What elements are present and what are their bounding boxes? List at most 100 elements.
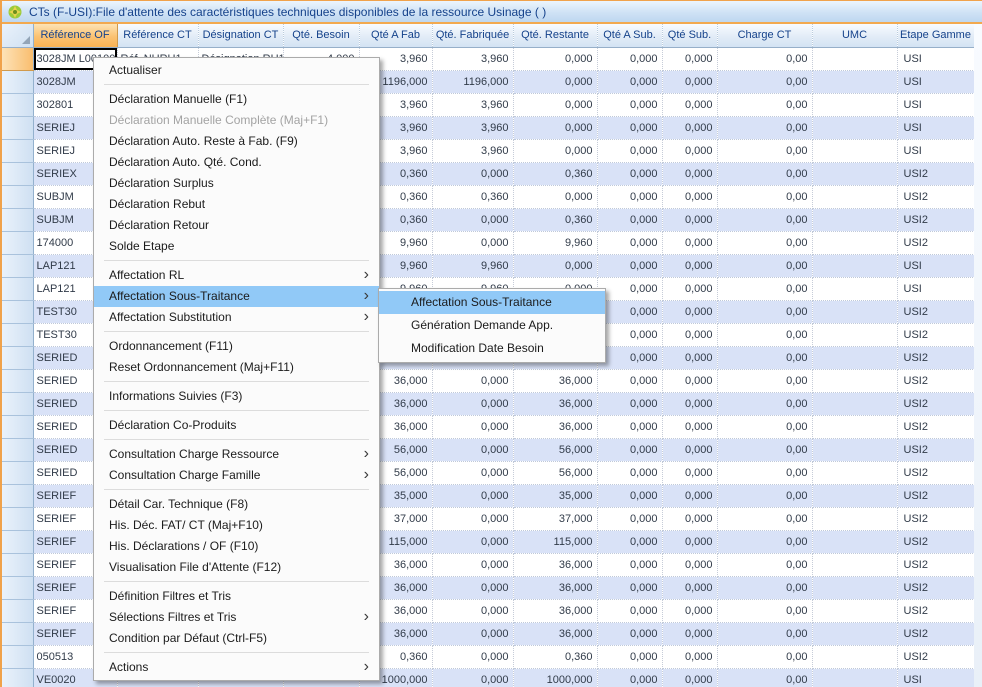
- col-header-10[interactable]: UMC: [812, 23, 897, 47]
- menu-item[interactable]: Actions›: [94, 657, 379, 678]
- cell-sub[interactable]: 0,000: [662, 484, 717, 507]
- cell-fabriquee[interactable]: 0,000: [432, 162, 513, 185]
- cell-charge[interactable]: 0,00: [717, 300, 812, 323]
- cell-asub[interactable]: 0,000: [597, 599, 662, 622]
- row-header[interactable]: [2, 277, 33, 300]
- cell-restante[interactable]: 115,000: [513, 530, 597, 553]
- cell-umc[interactable]: [812, 599, 897, 622]
- col-header-0[interactable]: Référence OF: [33, 23, 117, 47]
- cell-sub[interactable]: 0,000: [662, 231, 717, 254]
- row-header[interactable]: [2, 645, 33, 668]
- row-header[interactable]: [2, 139, 33, 162]
- cell-etape[interactable]: USI2: [897, 300, 974, 323]
- cell-restante[interactable]: 36,000: [513, 415, 597, 438]
- cell-etape[interactable]: USI2: [897, 208, 974, 231]
- cell-umc[interactable]: [812, 254, 897, 277]
- cell-sub[interactable]: 0,000: [662, 530, 717, 553]
- cell-asub[interactable]: 0,000: [597, 323, 662, 346]
- cell-asub[interactable]: 0,000: [597, 507, 662, 530]
- menu-item[interactable]: Affectation Sous-Traitance: [379, 291, 605, 314]
- row-header[interactable]: [2, 369, 33, 392]
- menu-item[interactable]: Déclaration Auto. Reste à Fab. (F9): [94, 131, 379, 152]
- cell-restante[interactable]: 0,000: [513, 185, 597, 208]
- cell-sub[interactable]: 0,000: [662, 645, 717, 668]
- cell-restante[interactable]: 36,000: [513, 622, 597, 645]
- cell-asub[interactable]: 0,000: [597, 277, 662, 300]
- cell-charge[interactable]: 0,00: [717, 392, 812, 415]
- cell-sub[interactable]: 0,000: [662, 553, 717, 576]
- row-header[interactable]: [2, 300, 33, 323]
- app-icon[interactable]: [7, 4, 23, 20]
- cell-sub[interactable]: 0,000: [662, 668, 717, 687]
- menu-item[interactable]: Solde Etape: [94, 236, 379, 257]
- row-header[interactable]: [2, 576, 33, 599]
- menu-item[interactable]: Consultation Charge Ressource›: [94, 444, 379, 465]
- menu-item[interactable]: Sélections Filtres et Tris›: [94, 607, 379, 628]
- cell-umc[interactable]: [812, 645, 897, 668]
- menu-item[interactable]: Affectation Sous-Traitance›: [94, 286, 379, 307]
- col-header-6[interactable]: Qté. Restante: [513, 23, 597, 47]
- cell-fabriquee[interactable]: 0,000: [432, 507, 513, 530]
- cell-umc[interactable]: [812, 369, 897, 392]
- row-header[interactable]: [2, 553, 33, 576]
- menu-item[interactable]: Modification Date Besoin: [379, 337, 605, 360]
- row-header[interactable]: [2, 622, 33, 645]
- cell-fabriquee[interactable]: 0,000: [432, 392, 513, 415]
- cell-etape[interactable]: USI: [897, 668, 974, 687]
- cell-etape[interactable]: USI: [897, 254, 974, 277]
- cell-charge[interactable]: 0,00: [717, 47, 812, 70]
- cell-fabriquee[interactable]: 0,000: [432, 668, 513, 687]
- row-header[interactable]: [2, 185, 33, 208]
- cell-fabriquee[interactable]: 3,960: [432, 93, 513, 116]
- cell-charge[interactable]: 0,00: [717, 231, 812, 254]
- cell-fabriquee[interactable]: 1196,000: [432, 70, 513, 93]
- menu-item[interactable]: Informations Suivies (F3): [94, 386, 379, 407]
- row-header[interactable]: [2, 599, 33, 622]
- cell-restante[interactable]: 0,360: [513, 645, 597, 668]
- cell-fabriquee[interactable]: 0,000: [432, 438, 513, 461]
- cell-sub[interactable]: 0,000: [662, 369, 717, 392]
- row-header[interactable]: [2, 392, 33, 415]
- cell-fabriquee[interactable]: 0,000: [432, 208, 513, 231]
- cell-sub[interactable]: 0,000: [662, 139, 717, 162]
- row-header[interactable]: [2, 461, 33, 484]
- cell-asub[interactable]: 0,000: [597, 438, 662, 461]
- row-header[interactable]: [2, 47, 33, 70]
- cell-asub[interactable]: 0,000: [597, 576, 662, 599]
- menu-item[interactable]: Déclaration Manuelle (F1): [94, 89, 379, 110]
- cell-sub[interactable]: 0,000: [662, 70, 717, 93]
- cell-charge[interactable]: 0,00: [717, 461, 812, 484]
- cell-asub[interactable]: 0,000: [597, 484, 662, 507]
- cell-etape[interactable]: USI: [897, 47, 974, 70]
- cell-fabriquee[interactable]: 3,960: [432, 116, 513, 139]
- cell-charge[interactable]: 0,00: [717, 668, 812, 687]
- cell-restante[interactable]: 35,000: [513, 484, 597, 507]
- row-header[interactable]: [2, 231, 33, 254]
- row-header[interactable]: [2, 254, 33, 277]
- cell-umc[interactable]: [812, 415, 897, 438]
- cell-restante[interactable]: 0,000: [513, 254, 597, 277]
- cell-asub[interactable]: 0,000: [597, 622, 662, 645]
- cell-charge[interactable]: 0,00: [717, 254, 812, 277]
- cell-umc[interactable]: [812, 208, 897, 231]
- cell-sub[interactable]: 0,000: [662, 162, 717, 185]
- cell-sub[interactable]: 0,000: [662, 599, 717, 622]
- cell-sub[interactable]: 0,000: [662, 415, 717, 438]
- cell-asub[interactable]: 0,000: [597, 553, 662, 576]
- menu-item[interactable]: Visualisation File d'Attente (F12): [94, 557, 379, 578]
- cell-restante[interactable]: 36,000: [513, 392, 597, 415]
- cell-fabriquee[interactable]: 0,000: [432, 231, 513, 254]
- cell-sub[interactable]: 0,000: [662, 576, 717, 599]
- cell-restante[interactable]: 0,360: [513, 162, 597, 185]
- cell-asub[interactable]: 0,000: [597, 70, 662, 93]
- row-header[interactable]: [2, 70, 33, 93]
- menu-item[interactable]: Affectation Substitution›: [94, 307, 379, 328]
- col-header-8[interactable]: Qté Sub.: [662, 23, 717, 47]
- cell-fabriquee[interactable]: 0,000: [432, 553, 513, 576]
- cell-fabriquee[interactable]: 0,000: [432, 369, 513, 392]
- cell-charge[interactable]: 0,00: [717, 369, 812, 392]
- cell-umc[interactable]: [812, 484, 897, 507]
- menu-item[interactable]: Ordonnancement (F11): [94, 336, 379, 357]
- menu-item[interactable]: Déclaration Retour: [94, 215, 379, 236]
- cell-restante[interactable]: 0,000: [513, 93, 597, 116]
